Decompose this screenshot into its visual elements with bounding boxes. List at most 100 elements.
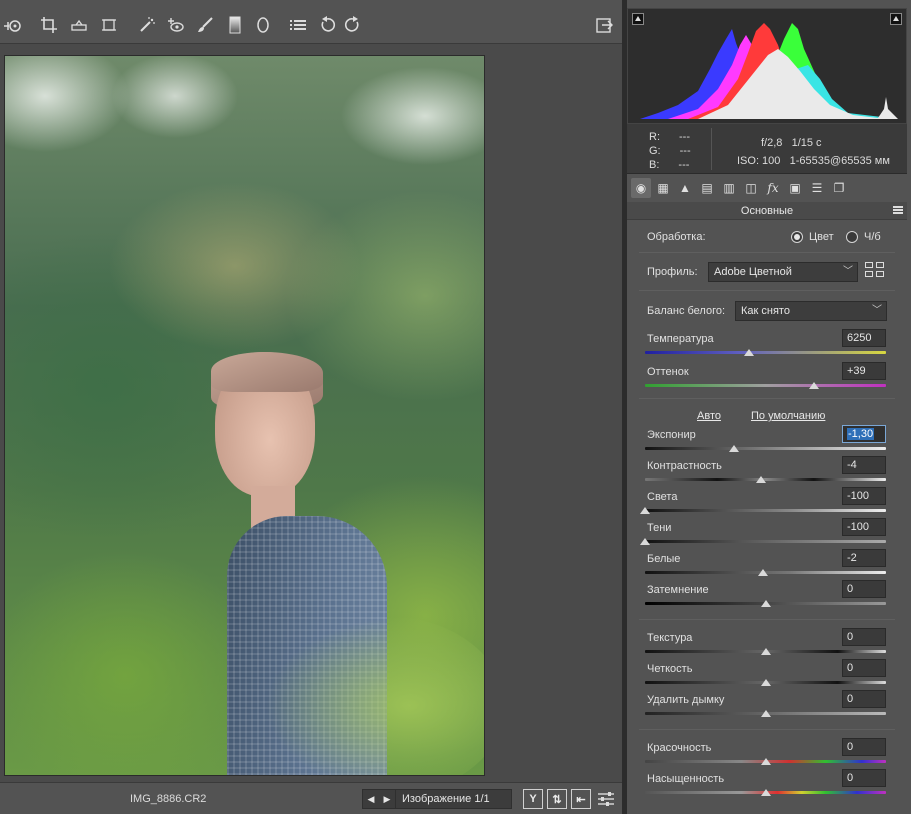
profile-browser-icon[interactable] bbox=[865, 262, 885, 278]
treatment-bw-label[interactable]: Ч/б bbox=[864, 231, 881, 243]
saturation-input[interactable]: 0 bbox=[842, 769, 886, 787]
profile-label: Профиль: bbox=[647, 266, 698, 278]
highlights-slider-track[interactable] bbox=[645, 509, 886, 512]
basic-tab-icon[interactable]: ◉ bbox=[631, 178, 651, 198]
exif-readout: f/2,8 1/15 с ISO: 100 1-65535@65535 мм bbox=[737, 134, 890, 170]
dehaze-input[interactable]: 0 bbox=[842, 690, 886, 708]
dehaze-slider-thumb[interactable] bbox=[760, 710, 771, 717]
saturation-label: Насыщенность bbox=[647, 773, 725, 785]
presets-list-icon[interactable] bbox=[287, 14, 309, 36]
texture-input[interactable]: 0 bbox=[842, 628, 886, 646]
chevron-down-icon: ﹀ bbox=[872, 305, 882, 316]
white-balance-select[interactable]: Как снято ﹀ bbox=[735, 301, 887, 321]
default-link[interactable]: По умолчанию bbox=[751, 410, 825, 422]
shadows-label: Тени bbox=[647, 522, 672, 534]
preview-settings-icon[interactable] bbox=[595, 788, 617, 810]
clarity-input[interactable]: 0 bbox=[842, 659, 886, 677]
separator bbox=[639, 619, 895, 620]
vibrance-label: Красочность bbox=[647, 742, 712, 754]
clarity-slider-thumb[interactable] bbox=[760, 679, 771, 686]
contrast-input[interactable]: -4 bbox=[842, 456, 886, 474]
next-image-button[interactable]: ▶ bbox=[379, 790, 395, 808]
highlights-slider-thumb[interactable] bbox=[640, 507, 650, 514]
presets-tab-icon[interactable]: ☰ bbox=[807, 178, 827, 198]
radial-filter-icon[interactable] bbox=[252, 14, 274, 36]
whites-input[interactable]: -2 bbox=[842, 549, 886, 567]
panel-title-text: Основные bbox=[740, 205, 794, 217]
exposure-input[interactable]: -1,30 bbox=[842, 425, 886, 443]
panel-menu-icon[interactable] bbox=[893, 206, 903, 214]
vibrance-slider-thumb[interactable] bbox=[760, 758, 771, 765]
highlights-input[interactable]: -100 bbox=[842, 487, 886, 505]
b-value: --- bbox=[678, 159, 690, 171]
tint-slider-thumb[interactable] bbox=[808, 382, 819, 389]
rotate-left-icon[interactable] bbox=[316, 14, 338, 36]
photo-subject-hair-top bbox=[211, 352, 323, 392]
separator bbox=[639, 729, 895, 730]
blacks-slider-thumb[interactable] bbox=[760, 600, 771, 607]
temperature-slider-track[interactable] bbox=[645, 351, 886, 354]
b-label: B: bbox=[649, 159, 660, 171]
temperature-input[interactable]: 6250 bbox=[842, 329, 886, 347]
toolbar bbox=[0, 0, 622, 44]
dehaze-label: Удалить дымку bbox=[647, 694, 725, 706]
hsl-tab-icon[interactable]: ▤ bbox=[697, 178, 717, 198]
camera-info: R: --- G: --- B: --- f/2,8 1/15 с ISO: 100 … bbox=[627, 124, 907, 174]
shadows-slider-thumb[interactable] bbox=[640, 538, 650, 545]
tint-label: Оттенок bbox=[647, 366, 689, 378]
histogram-graph bbox=[640, 23, 898, 119]
transform-icon[interactable] bbox=[98, 14, 120, 36]
treatment-color-radio[interactable] bbox=[791, 231, 803, 243]
treatment-bw-radio[interactable] bbox=[846, 231, 858, 243]
temperature-slider-thumb[interactable] bbox=[743, 349, 754, 356]
exposure-slider-thumb[interactable] bbox=[729, 445, 740, 452]
auto-link[interactable]: Авто bbox=[697, 410, 721, 422]
image-canvas[interactable] bbox=[0, 44, 622, 782]
graduated-filter-icon[interactable] bbox=[224, 14, 246, 36]
blacks-input[interactable]: 0 bbox=[842, 580, 886, 598]
temperature-label: Температура bbox=[647, 333, 714, 345]
spot-removal-icon[interactable] bbox=[136, 14, 158, 36]
copy-settings-button[interactable]: ⇤ bbox=[571, 789, 591, 809]
shutter-value: 1/15 с bbox=[791, 137, 822, 149]
exposure-slider-track[interactable] bbox=[645, 447, 886, 450]
profile-select[interactable]: Adobe Цветной ﹀ bbox=[708, 262, 858, 282]
saturation-slider-thumb[interactable] bbox=[760, 789, 771, 796]
panel-title: Основные bbox=[627, 202, 907, 220]
zoom-icon[interactable] bbox=[2, 14, 24, 36]
texture-slider-thumb[interactable] bbox=[760, 648, 771, 655]
tone-curve-tab-icon[interactable]: ▦ bbox=[653, 178, 673, 198]
prev-image-button[interactable]: ◀ bbox=[363, 790, 379, 808]
treatment-label: Обработка: bbox=[647, 231, 706, 243]
aperture-value: f/2,8 bbox=[761, 137, 783, 149]
info-separator bbox=[711, 128, 712, 170]
shadows-slider-track[interactable] bbox=[645, 540, 886, 543]
crop-icon[interactable] bbox=[38, 14, 60, 36]
whites-slider-thumb[interactable] bbox=[758, 569, 769, 576]
shadows-input[interactable]: -100 bbox=[842, 518, 886, 536]
contrast-label: Контрастность bbox=[647, 460, 722, 472]
swap-settings-button[interactable]: ⇅ bbox=[547, 789, 567, 809]
g-value: --- bbox=[679, 145, 691, 157]
tint-input[interactable]: +39 bbox=[842, 362, 886, 380]
vibrance-input[interactable]: 0 bbox=[842, 738, 886, 756]
straighten-icon[interactable] bbox=[68, 14, 90, 36]
treatment-color-label[interactable]: Цвет bbox=[809, 231, 834, 243]
detail-tab-icon[interactable]: ▲ bbox=[675, 178, 695, 198]
calibration-tab-icon[interactable]: ▣ bbox=[785, 178, 805, 198]
contrast-slider-thumb[interactable] bbox=[755, 476, 766, 483]
red-eye-icon[interactable] bbox=[164, 14, 186, 36]
photo-preview[interactable] bbox=[4, 55, 485, 776]
blacks-label: Затемнение bbox=[647, 584, 709, 596]
whites-label: Белые bbox=[647, 553, 681, 565]
iso-value: ISO: 100 bbox=[737, 155, 781, 167]
split-toning-tab-icon[interactable]: ▥ bbox=[719, 178, 739, 198]
tint-slider-track[interactable] bbox=[645, 384, 886, 387]
before-after-y-button[interactable]: Y bbox=[523, 789, 543, 809]
rotate-right-icon[interactable] bbox=[342, 14, 364, 36]
lens-corrections-tab-icon[interactable]: ◫ bbox=[741, 178, 761, 198]
adjustment-brush-icon[interactable] bbox=[194, 14, 216, 36]
export-icon[interactable] bbox=[593, 14, 615, 36]
snapshots-tab-icon[interactable]: ❐ bbox=[829, 178, 849, 198]
effects-tab-icon[interactable]: fx bbox=[763, 178, 783, 198]
